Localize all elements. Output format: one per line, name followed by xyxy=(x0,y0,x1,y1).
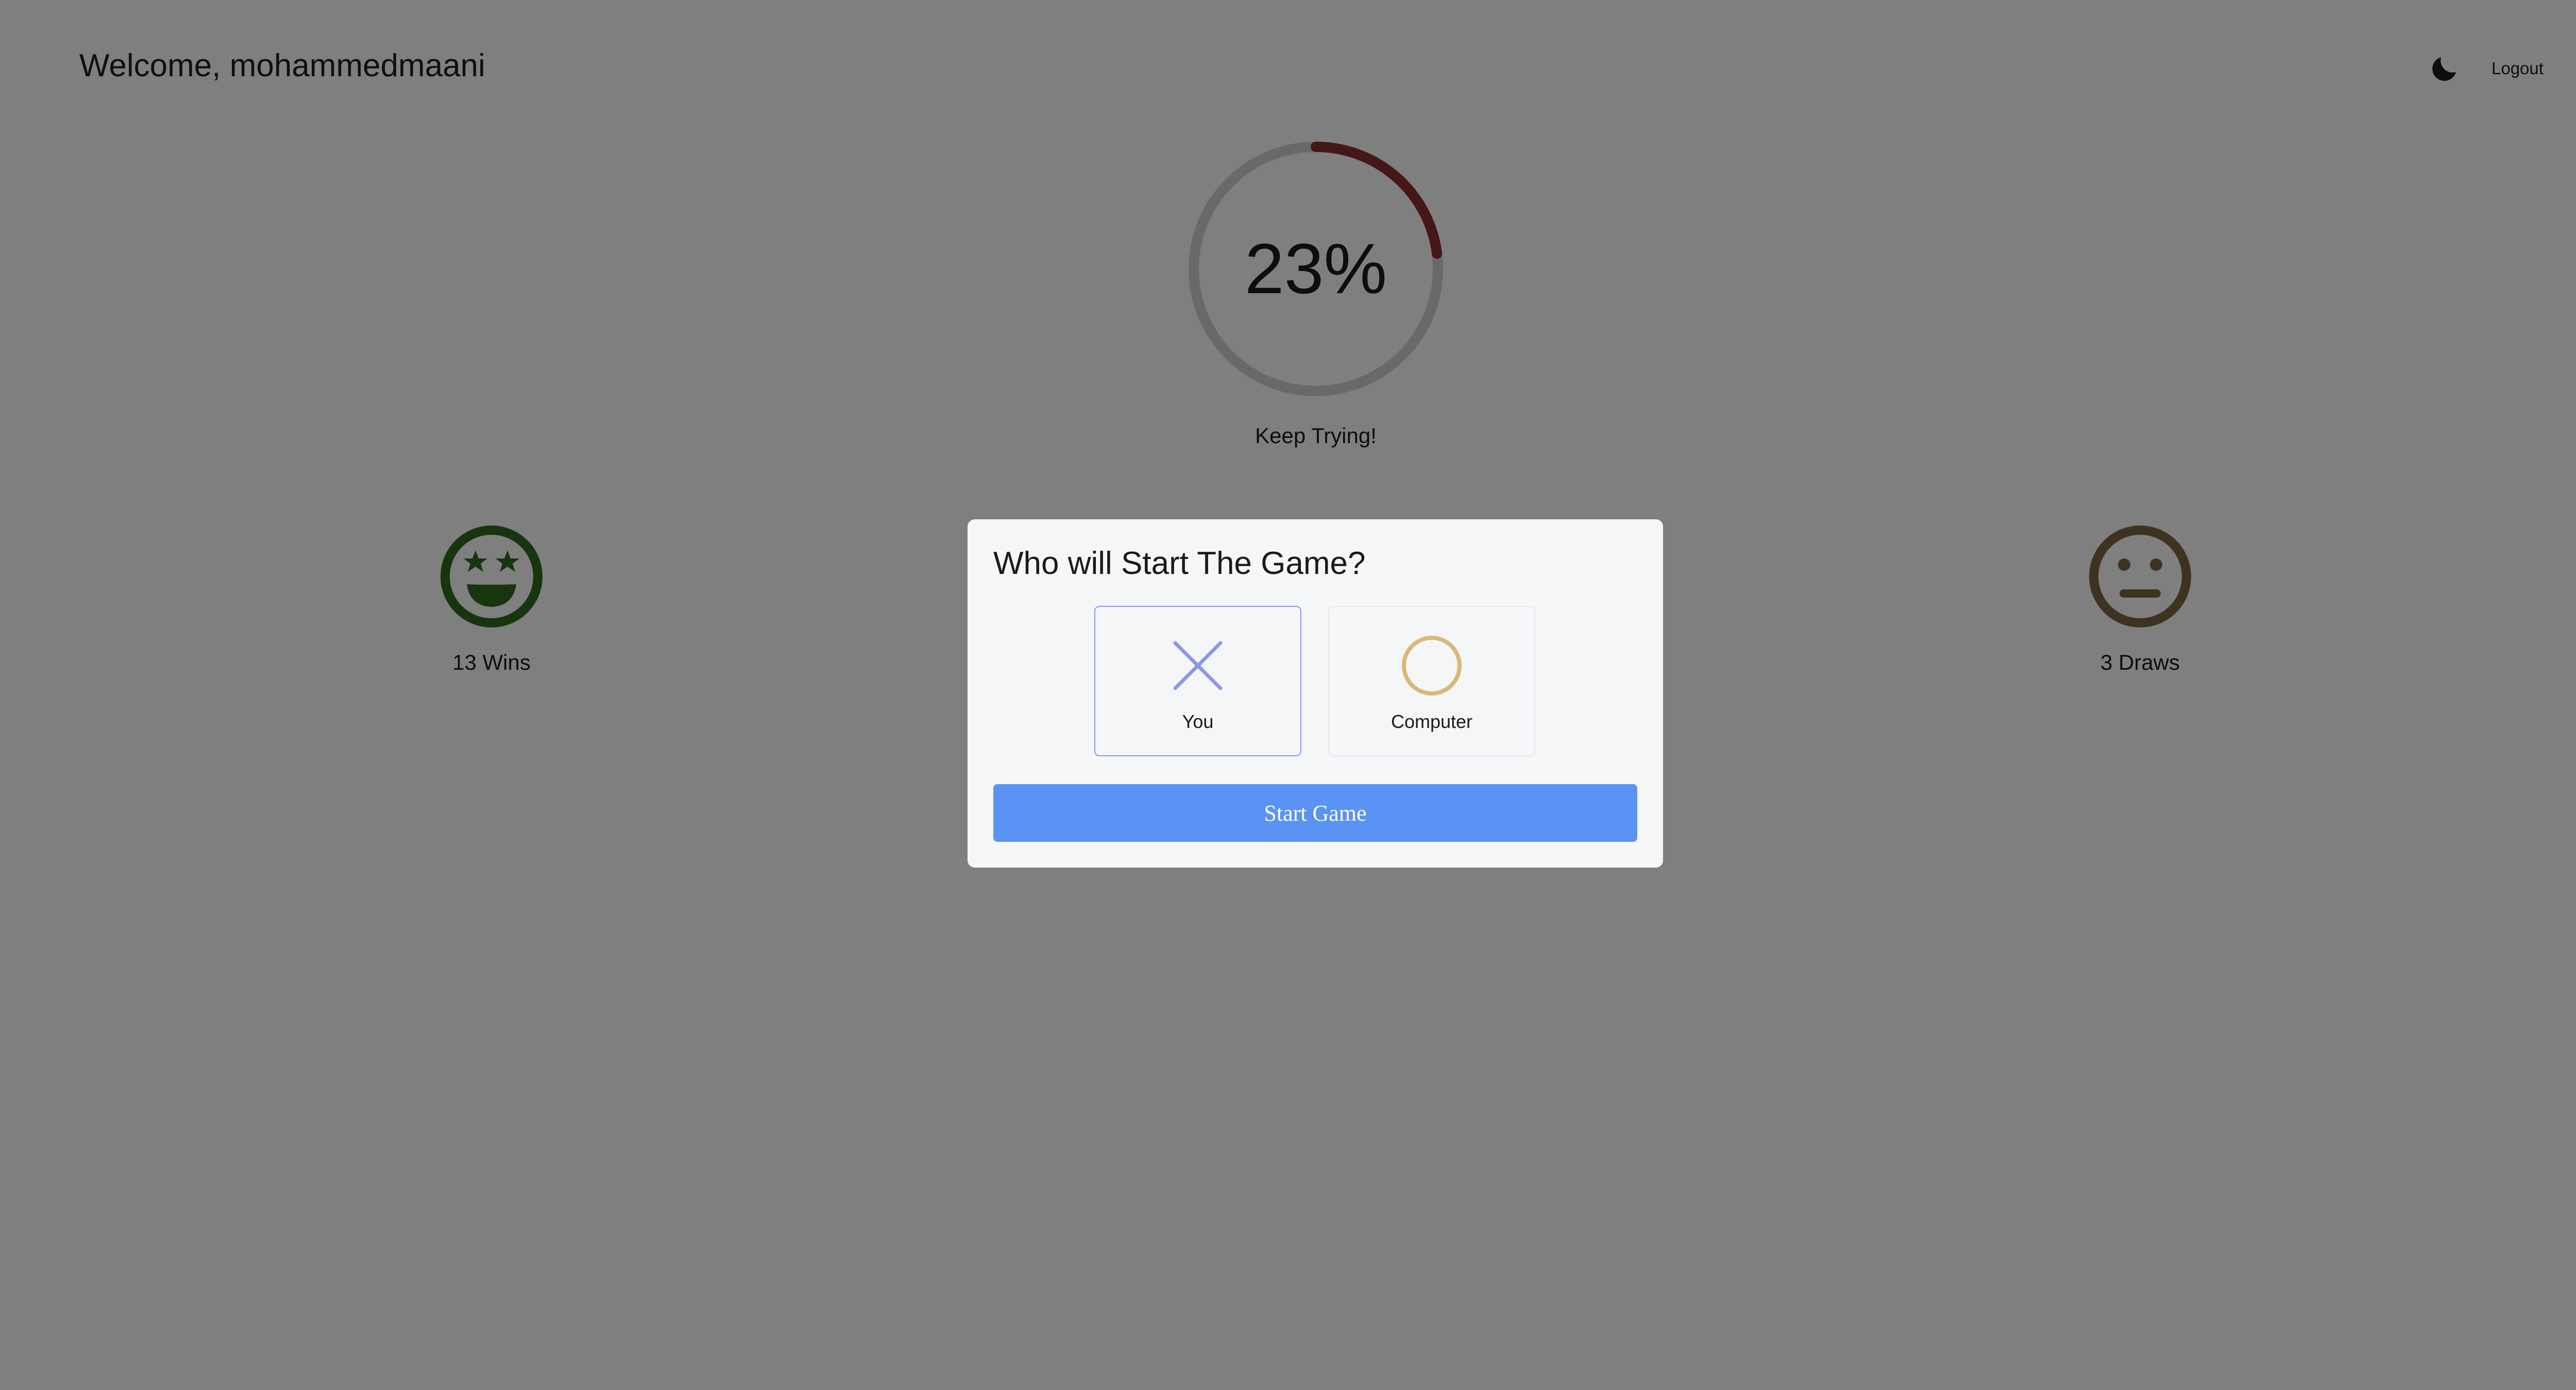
start-game-dialog: Who will Start The Game? You Computer St… xyxy=(968,519,1663,868)
x-mark-icon xyxy=(1173,641,1223,690)
start-game-button[interactable]: Start Game xyxy=(993,784,1637,842)
dialog-title: Who will Start The Game? xyxy=(993,546,1366,581)
choice-computer-label: Computer xyxy=(1391,711,1473,732)
game-dashboard: Welcome, mohammedmaani Logout 23% Keep T… xyxy=(0,0,2576,1390)
choice-you[interactable]: You xyxy=(1094,606,1301,756)
starter-choices: You Computer xyxy=(1094,606,1535,756)
circle-o-icon xyxy=(1402,636,1462,696)
choice-computer[interactable]: Computer xyxy=(1328,606,1535,756)
choice-you-label: You xyxy=(1182,711,1214,732)
